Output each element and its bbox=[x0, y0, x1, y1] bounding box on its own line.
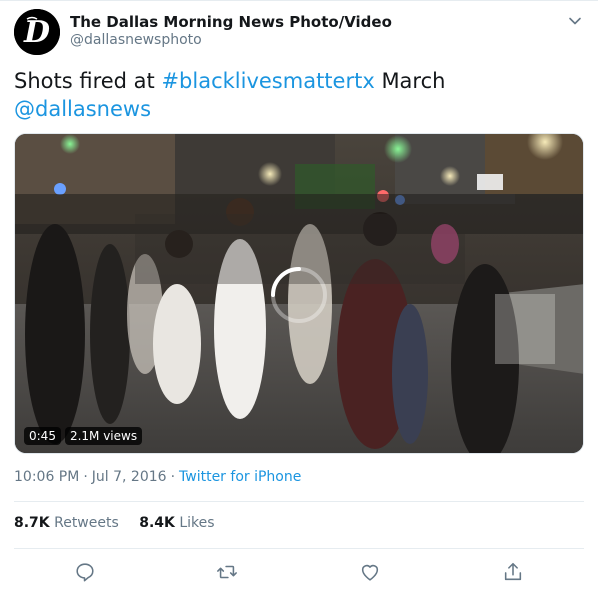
hashtag-link[interactable]: #blacklivesmattertx bbox=[161, 69, 374, 93]
tweet-time[interactable]: 10:06 PM bbox=[14, 469, 79, 485]
dallas-news-logo: D bbox=[14, 9, 60, 55]
share-button[interactable] bbox=[502, 561, 524, 583]
like-button[interactable] bbox=[359, 561, 381, 583]
tweet-date[interactable]: Jul 7, 2016 bbox=[92, 469, 167, 485]
tweet-meta: 10:06 PM · Jul 7, 2016 · Twitter for iPhone bbox=[14, 469, 301, 485]
retweet-icon bbox=[217, 565, 237, 579]
likes-stat[interactable]: 8.4K Likes bbox=[139, 515, 214, 531]
video-views: 2.1M views bbox=[64, 427, 143, 445]
svg-text:D: D bbox=[23, 15, 50, 50]
likes-label: Likes bbox=[179, 515, 215, 531]
account-handle[interactable]: @dallasnewsphoto bbox=[70, 32, 202, 48]
account-name[interactable]: The Dallas Morning News Photo/Video bbox=[70, 13, 392, 31]
action-bar bbox=[0, 557, 598, 587]
avatar[interactable]: D bbox=[14, 9, 60, 55]
likes-count: 8.4K bbox=[139, 515, 175, 531]
tweet-card: D The Dallas Morning News Photo/Video @d… bbox=[0, 0, 598, 593]
share-icon bbox=[504, 562, 522, 581]
tweet-text-part: March bbox=[374, 69, 446, 93]
reply-icon bbox=[76, 563, 94, 582]
loading-spinner-icon bbox=[271, 267, 327, 323]
video-duration: 0:45 bbox=[24, 427, 61, 445]
mention-link[interactable]: @dallasnews bbox=[14, 97, 151, 121]
divider bbox=[14, 548, 584, 549]
divider bbox=[14, 501, 584, 502]
retweet-button[interactable] bbox=[216, 561, 238, 583]
retweets-stat[interactable]: 8.7K Retweets bbox=[14, 515, 119, 531]
heart-icon bbox=[361, 564, 379, 581]
retweets-count: 8.7K bbox=[14, 515, 50, 531]
reply-button[interactable] bbox=[74, 561, 96, 583]
tweet-header: D The Dallas Morning News Photo/Video @d… bbox=[14, 9, 584, 57]
video-badges: 0:45 2.1M views bbox=[24, 427, 143, 445]
tweet-source-link[interactable]: Twitter for iPhone bbox=[179, 469, 301, 485]
tweet-text: Shots fired at #blacklivesmattertx March… bbox=[14, 67, 584, 123]
separator: · bbox=[170, 469, 176, 485]
tweet-text-part: Shots fired at bbox=[14, 69, 162, 93]
tweet-stats: 8.7K Retweets 8.4K Likes bbox=[14, 515, 231, 531]
video-player[interactable]: 0:45 2.1M views bbox=[14, 133, 584, 454]
retweets-label: Retweets bbox=[54, 515, 119, 531]
chevron-down-icon[interactable] bbox=[568, 14, 582, 28]
separator: · bbox=[83, 469, 88, 485]
